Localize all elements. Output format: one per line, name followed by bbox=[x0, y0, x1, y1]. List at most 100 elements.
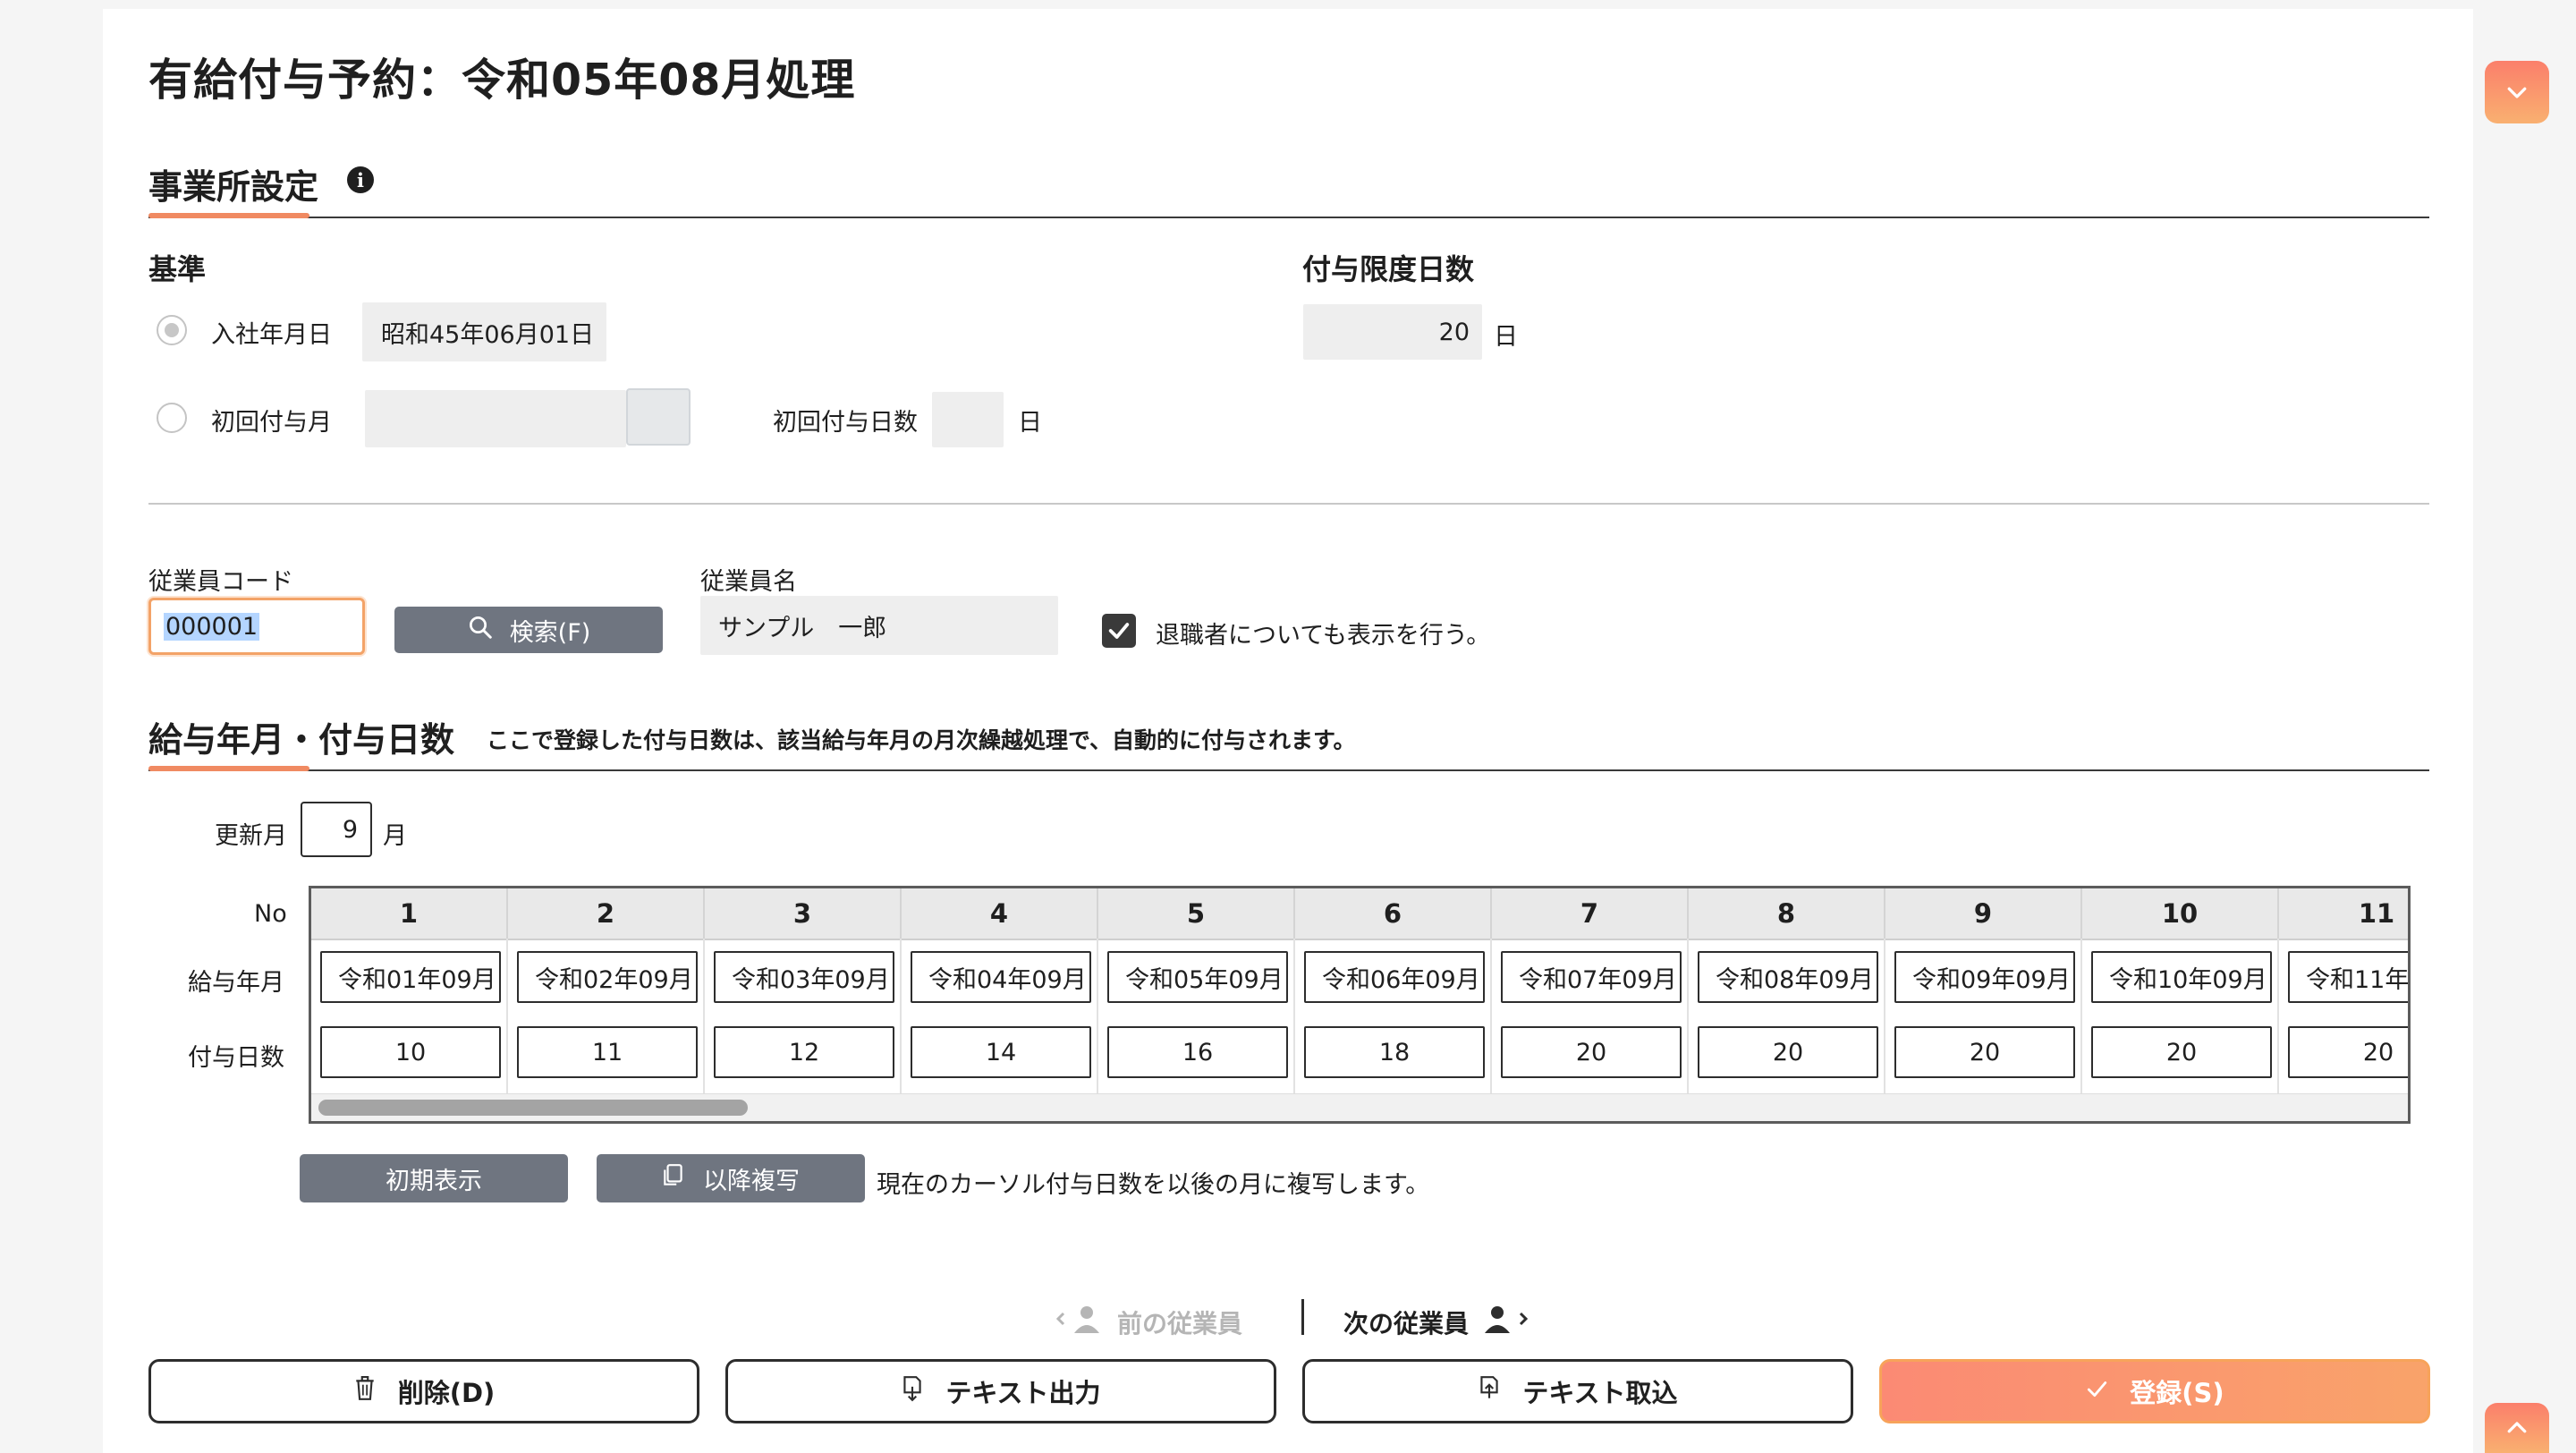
column-divider bbox=[900, 939, 902, 1094]
grant-days-cell-4[interactable]: 14 bbox=[911, 1026, 1091, 1078]
column-divider bbox=[1097, 939, 1098, 1094]
initial-display-label: 初期表示 bbox=[386, 1167, 482, 1195]
first-grant-month-field[interactable] bbox=[365, 390, 626, 447]
copy-forward-button[interactable]: 以降複写 bbox=[597, 1154, 865, 1202]
search-button[interactable]: 検索(F) bbox=[394, 607, 663, 653]
column-header-4: 4 bbox=[902, 888, 1098, 939]
basis-label: 基準 bbox=[148, 252, 207, 286]
text-import-label: テキスト取込 bbox=[1522, 1378, 1678, 1408]
pay-month-cell-1[interactable]: 令和01年09月 bbox=[320, 951, 501, 1003]
settings-divider bbox=[148, 503, 2429, 505]
chevron-up-icon bbox=[2507, 1422, 2527, 1433]
scroll-down-button[interactable] bbox=[2485, 61, 2549, 123]
delete-button[interactable]: 削除(D) bbox=[148, 1359, 699, 1423]
text-export-label: テキスト出力 bbox=[945, 1378, 1101, 1408]
row-label-pay-month: 給与年月 bbox=[188, 969, 284, 997]
renew-month-input[interactable]: 9 bbox=[301, 802, 372, 857]
delete-button-label: 削除(D) bbox=[397, 1378, 496, 1408]
pay-month-cell-9[interactable]: 令和09年09月 bbox=[1894, 951, 2075, 1003]
chevron-down-icon bbox=[2507, 87, 2527, 98]
pay-month-cell-5[interactable]: 令和05年09月 bbox=[1107, 951, 1288, 1003]
info-icon[interactable]: i bbox=[347, 166, 374, 193]
grant-days-cell-5[interactable]: 16 bbox=[1107, 1026, 1288, 1078]
copy-forward-label: 以降複写 bbox=[703, 1167, 800, 1195]
column-divider bbox=[1293, 939, 1295, 1094]
column-divider bbox=[1490, 939, 1492, 1094]
grant-days-cell-6[interactable]: 18 bbox=[1304, 1026, 1485, 1078]
pay-month-cell-10[interactable]: 令和10年09月 bbox=[2091, 951, 2272, 1003]
copy-icon bbox=[662, 1163, 685, 1194]
column-divider bbox=[2277, 939, 2279, 1094]
renew-month-unit: 月 bbox=[383, 822, 407, 850]
employee-code-label: 従業員コード bbox=[148, 568, 293, 596]
employee-code-input[interactable]: 000001 bbox=[148, 598, 365, 655]
grant-days-cell-9[interactable]: 20 bbox=[1894, 1026, 2075, 1078]
column-header-11: 11 bbox=[2279, 888, 2408, 939]
checkmark-icon bbox=[1108, 623, 1130, 639]
grant-limit-unit: 日 bbox=[1494, 323, 1518, 351]
export-icon bbox=[901, 1375, 924, 1408]
first-grant-month-picker-button[interactable] bbox=[626, 388, 691, 446]
trash-icon bbox=[353, 1375, 377, 1407]
nav-divider bbox=[1301, 1299, 1304, 1335]
grant-days-cell-3[interactable]: 12 bbox=[714, 1026, 894, 1078]
column-divider bbox=[506, 939, 508, 1094]
show-retired-checkbox[interactable] bbox=[1102, 614, 1136, 648]
grant-days-cell-11[interactable]: 20 bbox=[2288, 1026, 2408, 1078]
register-button[interactable]: 登録(S) bbox=[1879, 1359, 2430, 1423]
column-header-10: 10 bbox=[2082, 888, 2279, 939]
text-export-button[interactable]: テキスト出力 bbox=[725, 1359, 1276, 1423]
pay-month-cell-11[interactable]: 令和11年09月 bbox=[2288, 951, 2408, 1003]
search-icon bbox=[467, 614, 494, 647]
pay-month-cell-7[interactable]: 令和07年09月 bbox=[1501, 951, 1682, 1003]
text-import-button[interactable]: テキスト取込 bbox=[1302, 1359, 1853, 1423]
employee-name-label: 従業員名 bbox=[700, 568, 797, 596]
page-title: 有給付与予約：令和05年08月処理 bbox=[148, 55, 856, 106]
row-label-no: No bbox=[254, 900, 287, 928]
employee-code-value: 000001 bbox=[164, 612, 260, 641]
pay-month-cell-6[interactable]: 令和06年09月 bbox=[1304, 951, 1485, 1003]
grant-days-cell-8[interactable]: 20 bbox=[1698, 1026, 1878, 1078]
check-icon bbox=[2085, 1376, 2108, 1406]
horizontal-scrollbar[interactable] bbox=[311, 1093, 2408, 1121]
first-grant-days-field[interactable] bbox=[932, 392, 1004, 447]
register-button-label: 登録(S) bbox=[2130, 1378, 2224, 1408]
pay-month-cell-2[interactable]: 令和02年09月 bbox=[517, 951, 698, 1003]
grant-limit-field[interactable]: 20 bbox=[1303, 304, 1482, 360]
radio-first-grant-month-label: 初回付与月 bbox=[211, 409, 332, 437]
column-divider bbox=[703, 939, 705, 1094]
prev-employee-button[interactable]: 前の従業員 bbox=[1051, 1303, 1242, 1341]
grant-schedule-grid: 1 令和01年09月 10 2 令和02年09月 11 3 令和03年09月 12 4 令和04年0… bbox=[309, 886, 2411, 1124]
renew-month-label: 更新月 bbox=[215, 822, 287, 850]
initial-display-button[interactable]: 初期表示 bbox=[300, 1154, 568, 1202]
prev-employee-icon bbox=[1051, 1303, 1105, 1341]
column-header-8: 8 bbox=[1689, 888, 1885, 939]
grant-days-cell-7[interactable]: 20 bbox=[1501, 1026, 1682, 1078]
prev-employee-label: 前の従業員 bbox=[1117, 1308, 1243, 1338]
employee-name-field: サンプル 一郎 bbox=[700, 596, 1058, 655]
radio-hire-date[interactable] bbox=[157, 315, 187, 345]
grant-section-note: ここで登録した付与日数は、該当給与年月の月次繰越処理で、自動的に付与されます。 bbox=[487, 727, 1356, 753]
pay-month-cell-8[interactable]: 令和08年09月 bbox=[1698, 951, 1878, 1003]
hire-date-field: 昭和45年06月01日 bbox=[362, 302, 606, 361]
column-header-7: 7 bbox=[1492, 888, 1689, 939]
search-button-label: 検索(F) bbox=[509, 618, 591, 647]
pay-month-cell-3[interactable]: 令和03年09月 bbox=[714, 951, 894, 1003]
column-header-9: 9 bbox=[1885, 888, 2082, 939]
grant-days-cell-2[interactable]: 11 bbox=[517, 1026, 698, 1078]
radio-first-grant-month[interactable] bbox=[157, 403, 187, 433]
horizontal-scrollbar-thumb[interactable] bbox=[318, 1100, 748, 1116]
grant-days-cell-1[interactable]: 10 bbox=[320, 1026, 501, 1078]
copy-forward-note: 現在のカーソル付与日数を以後の月に複写します。 bbox=[877, 1171, 1430, 1199]
column-header-5: 5 bbox=[1098, 888, 1295, 939]
column-divider bbox=[1884, 939, 1885, 1094]
scroll-up-button[interactable] bbox=[2485, 1403, 2549, 1453]
grant-days-cell-10[interactable]: 20 bbox=[2091, 1026, 2272, 1078]
column-divider bbox=[2080, 939, 2082, 1094]
next-employee-button[interactable]: 次の従業員 bbox=[1343, 1303, 1535, 1341]
grant-section-rule bbox=[148, 769, 2429, 771]
next-employee-icon bbox=[1481, 1303, 1535, 1341]
first-grant-days-unit: 日 bbox=[1018, 409, 1042, 437]
column-header-6: 6 bbox=[1295, 888, 1492, 939]
pay-month-cell-4[interactable]: 令和04年09月 bbox=[911, 951, 1091, 1003]
